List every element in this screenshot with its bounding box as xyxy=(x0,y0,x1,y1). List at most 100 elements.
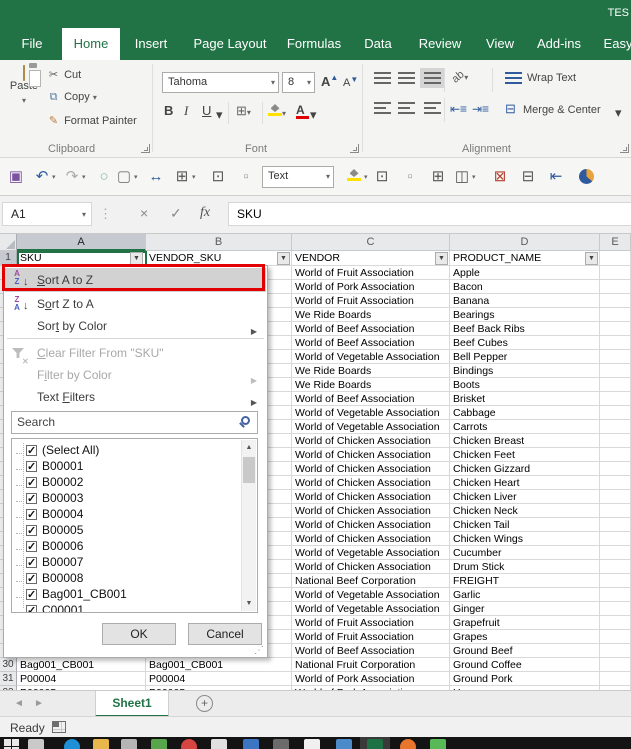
cell-c24[interactable]: National Beef Corporation xyxy=(292,574,450,588)
cell-d28[interactable]: Grapes xyxy=(450,630,600,644)
cell-c8[interactable]: World of Vegetable Association xyxy=(292,350,450,364)
orange-app-icon[interactable] xyxy=(400,739,416,749)
checkbox-checked-icon[interactable] xyxy=(26,557,37,568)
cell-e21[interactable] xyxy=(600,532,631,546)
paste-button[interactable]: Paste ▾ xyxy=(6,66,42,140)
cell-e22[interactable] xyxy=(600,546,631,560)
tab-data[interactable]: Data xyxy=(356,28,400,60)
cell-d14[interactable]: Chicken Breast xyxy=(450,434,600,448)
cell-c31[interactable]: World of Pork Association xyxy=(292,672,450,686)
header-cell-vendor[interactable]: VENDOR xyxy=(292,251,450,266)
cell-c14[interactable]: World of Chicken Association xyxy=(292,434,450,448)
cell-d27[interactable]: Grapefruit xyxy=(450,616,600,630)
paste-special-dropdown-arrow[interactable]: ▾ xyxy=(134,173,138,181)
cell-d24[interactable]: FREIGHT xyxy=(450,574,600,588)
orientation-button[interactable]: ab▾ xyxy=(452,68,468,83)
checkbox-checked-icon[interactable] xyxy=(26,509,37,520)
grid-icon[interactable]: ⊞ xyxy=(428,167,448,187)
borders-icon[interactable]: ⊞ xyxy=(172,167,192,187)
cell-c9[interactable]: We Ride Boards xyxy=(292,364,450,378)
menu-item-sort-z-to-a[interactable]: ZA↓Sort Z to A xyxy=(5,294,266,314)
font-dialog-launcher[interactable] xyxy=(350,144,359,153)
cell-d15[interactable]: Chicken Feet xyxy=(450,448,600,462)
cell-c27[interactable]: World of Fruit Association xyxy=(292,616,450,630)
cell-e20[interactable] xyxy=(600,518,631,532)
cell-d17[interactable]: Chicken Heart xyxy=(450,476,600,490)
checkbox-checked-icon[interactable] xyxy=(26,445,37,456)
name-box[interactable]: A1▾ xyxy=(2,202,92,226)
resize-grip[interactable]: ⋰ xyxy=(254,645,264,656)
checkbox-checked-icon[interactable] xyxy=(26,525,37,536)
underline-dropdown-arrow[interactable]: ▾ xyxy=(216,107,223,123)
cell-e3[interactable] xyxy=(600,280,631,294)
format-painter-button[interactable]: ✎ Format Painter xyxy=(46,114,137,127)
checkbox-checked-icon[interactable] xyxy=(26,541,37,552)
cell-d11[interactable]: Brisket xyxy=(450,392,600,406)
filter-list-item[interactable]: (Select All) xyxy=(16,442,99,458)
bottom-align-button[interactable] xyxy=(424,72,441,84)
cell-d21[interactable]: Chicken Wings xyxy=(450,532,600,546)
cell-c3[interactable]: World of Pork Association xyxy=(292,280,450,294)
font-color-dropdown-arrow[interactable]: ▾ xyxy=(310,107,317,123)
checkbox-checked-icon[interactable] xyxy=(26,573,37,584)
insert-function-button[interactable]: fx xyxy=(200,205,210,221)
cell-d25[interactable]: Garlic xyxy=(450,588,600,602)
windows-logo-icon[interactable] xyxy=(4,739,20,749)
checkbox-checked-icon[interactable] xyxy=(26,589,37,600)
cell-e15[interactable] xyxy=(600,448,631,462)
header-cell-e[interactable] xyxy=(600,251,631,266)
menu-item-text-filters[interactable]: Text Filters▶ xyxy=(5,387,266,407)
enter-entry-button[interactable]: ✓ xyxy=(170,205,182,222)
cell-e19[interactable] xyxy=(600,504,631,518)
filter-list-scrollbar[interactable]: ▲ ▼ xyxy=(241,440,256,611)
bold-button[interactable]: B xyxy=(164,103,173,118)
pie-chart-icon[interactable] xyxy=(576,167,596,187)
cell-e7[interactable] xyxy=(600,336,631,350)
shrink-font-button[interactable]: A▼ xyxy=(343,75,358,89)
cell-e17[interactable] xyxy=(600,476,631,490)
font-name-combo[interactable]: Tahoma▾ xyxy=(162,72,279,93)
cell-e5[interactable] xyxy=(600,308,631,322)
cell-c13[interactable]: World of Vegetable Association xyxy=(292,420,450,434)
column-header-e[interactable]: E xyxy=(600,234,631,251)
middle-align-button[interactable] xyxy=(398,72,415,84)
select-all-corner[interactable] xyxy=(0,234,17,251)
cut-button[interactable]: ✂ Cut xyxy=(46,68,81,81)
formula-input[interactable]: SKU xyxy=(228,202,631,226)
merge-center-button[interactable]: Merge & Center xyxy=(523,104,601,116)
cell-e30[interactable] xyxy=(600,658,631,672)
filter-list-item[interactable]: Bag001_CB001 xyxy=(16,586,127,602)
cell-c5[interactable]: We Ride Boards xyxy=(292,308,450,322)
decrease-indent-icon[interactable]: ⇤ xyxy=(546,167,566,187)
cell-e6[interactable] xyxy=(600,322,631,336)
undo-icon[interactable]: ↶ xyxy=(32,167,52,187)
cell-d2[interactable]: Apple xyxy=(450,266,600,280)
tab-formulas[interactable]: Formulas xyxy=(282,28,346,60)
underline-button[interactable]: U xyxy=(202,103,211,118)
table-delete-icon[interactable]: ⊠ xyxy=(490,167,510,187)
wrap-text-button[interactable]: Wrap Text xyxy=(527,72,576,84)
scroll-up-button[interactable]: ▲ xyxy=(242,440,256,455)
cell-e31[interactable] xyxy=(600,672,631,686)
cell-b31[interactable]: P00004 xyxy=(146,672,292,686)
cell-c25[interactable]: World of Vegetable Association xyxy=(292,588,450,602)
no-border-cell-icon[interactable]: ▫ xyxy=(236,167,256,187)
cell-c7[interactable]: World of Beef Association xyxy=(292,336,450,350)
folder-icon[interactable] xyxy=(93,739,109,749)
cell-d7[interactable]: Beef Cubes xyxy=(450,336,600,350)
undo-dropdown-arrow[interactable]: ▾ xyxy=(52,173,56,181)
cell-e9[interactable] xyxy=(600,364,631,378)
tab-review[interactable]: Review xyxy=(412,28,468,60)
tab-insert[interactable]: Insert xyxy=(128,28,174,60)
cell-d30[interactable]: Ground Coffee xyxy=(450,658,600,672)
filter-list-item[interactable]: B00001 xyxy=(16,458,83,474)
tab-view[interactable]: View xyxy=(480,28,520,60)
cell-e25[interactable] xyxy=(600,588,631,602)
filter-list-item[interactable]: B00002 xyxy=(16,474,83,490)
filter-list-item[interactable]: B00008 xyxy=(16,570,83,586)
cell-c4[interactable]: World of Fruit Association xyxy=(292,294,450,308)
sheet-nav-right-icon[interactable]: ► xyxy=(34,698,44,709)
table-insert-dropdown-arrow[interactable]: ▾ xyxy=(472,173,476,181)
cell-e4[interactable] xyxy=(600,294,631,308)
menu-item-sort-by-color[interactable]: Sort by Color▶ xyxy=(5,316,266,336)
